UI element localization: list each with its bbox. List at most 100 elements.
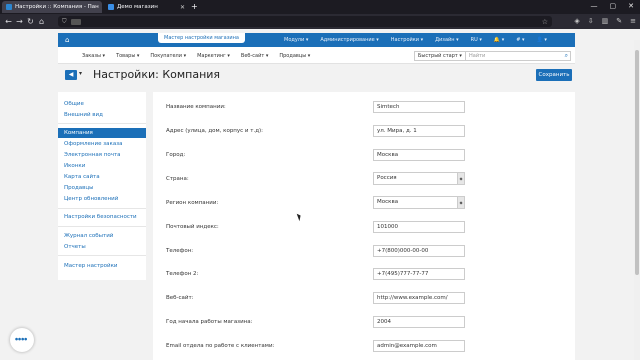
field-label: Страна: xyxy=(166,176,189,182)
page-title: Настройки: Компания xyxy=(93,68,221,81)
sidebar-item-company[interactable]: Компания xyxy=(58,128,146,138)
field-label: Регион компании: xyxy=(166,200,219,206)
shield-icon[interactable]: ⛉ xyxy=(62,18,67,26)
address-field[interactable]: ул. Мира, д. 1 xyxy=(373,125,465,137)
divider xyxy=(58,255,146,256)
search-placeholder: Найти xyxy=(469,53,486,59)
phone-field[interactable]: +7(800)000-00-00 xyxy=(373,245,465,257)
menu-settings[interactable]: Настройки ▾ xyxy=(391,37,423,43)
field-label: Веб-сайт: xyxy=(166,295,194,301)
field-label: Почтовый индекс: xyxy=(166,224,219,230)
sidebar-item-upgrade-center[interactable]: Центр обновлений xyxy=(58,194,146,204)
toolbar-icons: ◈ ⇩ ▥ ✎ ≡ xyxy=(574,17,636,25)
page-header: ◀ ▾ Настройки: Компания Сохранить xyxy=(58,66,575,85)
storefront-icon[interactable]: ⌂ xyxy=(65,36,69,44)
sidebar-item-email[interactable]: Электронная почта xyxy=(58,150,146,160)
back-icon[interactable]: ← xyxy=(3,17,14,26)
website-field[interactable]: http://www.example.com/ xyxy=(373,292,465,304)
site-favicon-icon xyxy=(6,4,12,10)
country-select[interactable]: Россия ◆ xyxy=(373,172,465,185)
admin-top-bar: ⌂ Мастер настройки магазина Модули ▾ Адм… xyxy=(58,33,575,47)
menu-modules[interactable]: Модули ▾ xyxy=(284,37,308,43)
divider xyxy=(58,226,146,227)
company-name-field[interactable]: Simtech xyxy=(373,101,465,113)
browser-toolbar: ← → ↻ ⌂ ⛉ ☆ ◈ ⇩ ▥ ✎ ≡ xyxy=(0,14,640,29)
field-label: Название компании: xyxy=(166,104,226,110)
extensions-icon[interactable]: ✎ xyxy=(616,17,622,25)
top-menu: Модули ▾ Администрирование ▾ Настройки ▾… xyxy=(272,33,547,47)
phone-2-field[interactable]: +7(495)777-77-77 xyxy=(373,268,465,280)
sidebar-item-checkout[interactable]: Оформление заказа xyxy=(58,139,146,149)
field-label: Телефон: xyxy=(166,248,194,254)
menu-products[interactable]: Товары ▾ xyxy=(116,53,139,59)
zipcode-field[interactable]: 101000 xyxy=(373,221,465,233)
divider xyxy=(58,208,146,209)
select-arrow-icon: ◆ xyxy=(457,197,464,208)
field-label: Город: xyxy=(166,152,186,158)
menu-icon[interactable]: ≡ xyxy=(630,17,636,25)
sidebar-item-appearance[interactable]: Внешний вид xyxy=(58,110,146,120)
reload-icon[interactable]: ↻ xyxy=(25,17,36,26)
field-label: Email отдела по работе с клиентами: xyxy=(166,343,275,349)
menu-user[interactable]: 👤 ▾ xyxy=(537,37,547,43)
downloads-icon[interactable]: ⇩ xyxy=(588,17,594,25)
minimize-icon[interactable]: — xyxy=(591,2,598,10)
pocket-icon[interactable]: ◈ xyxy=(574,17,579,25)
address-bar[interactable]: ⛉ ☆ xyxy=(58,16,552,27)
search-icon[interactable]: ⌕ xyxy=(565,52,568,60)
help-widget-logo-icon: ●●●● xyxy=(15,337,28,341)
city-field[interactable]: Москва xyxy=(373,149,465,161)
browser-tab-settings[interactable]: Настройки :: Компания - Пан ✕ xyxy=(2,1,102,13)
sidebar-item-security[interactable]: Настройки безопасности xyxy=(58,212,146,222)
maximize-icon[interactable]: ▢ xyxy=(610,2,617,10)
sidebar-item-reports[interactable]: Отчеты xyxy=(58,242,146,252)
support-email-field[interactable]: admin@example.com xyxy=(373,340,465,352)
start-year-field[interactable]: 2004 xyxy=(373,316,465,328)
back-button[interactable]: ◀ xyxy=(65,70,77,80)
close-icon[interactable]: ✕ xyxy=(177,4,185,11)
region-select[interactable]: Москва ◆ xyxy=(373,196,465,209)
help-widget-button[interactable]: ●●●● xyxy=(10,328,34,352)
search-input[interactable]: Найти ⌕ xyxy=(465,51,571,61)
company-settings-form: Название компании: Simtech Адрес (улица,… xyxy=(153,92,575,360)
chevron-down-icon[interactable]: ▾ xyxy=(79,70,82,77)
home-icon[interactable]: ⌂ xyxy=(36,17,47,26)
menu-customers[interactable]: Покупатели ▾ xyxy=(150,53,186,59)
sidebar-item-vendors[interactable]: Продавцы xyxy=(58,183,146,193)
settings-sidebar: Общие Внешний вид Компания Оформление за… xyxy=(58,92,146,280)
menu-orders[interactable]: Заказы ▾ xyxy=(82,53,105,59)
browser-tab-demo[interactable]: Демо магазин ✕ xyxy=(104,1,189,13)
divider xyxy=(58,123,146,124)
menu-website[interactable]: Веб-сайт ▾ xyxy=(241,53,268,59)
sidebar-item-general[interactable]: Общие xyxy=(58,99,146,109)
menu-storefronts[interactable]: # ▾ xyxy=(516,37,524,43)
site-favicon-icon xyxy=(108,4,114,10)
field-label: Телефон 2: xyxy=(166,271,199,277)
new-tab-button[interactable]: + xyxy=(191,2,198,11)
browser-tab-title: Демо магазин xyxy=(117,4,158,10)
forward-icon[interactable]: → xyxy=(14,17,25,26)
sidebar-item-event-log[interactable]: Журнал событий xyxy=(58,231,146,241)
menu-design[interactable]: Дизайн ▾ xyxy=(435,37,459,43)
menu-notifications[interactable]: 🔔 ▾ xyxy=(494,37,504,43)
menu-administration[interactable]: Администрирование ▾ xyxy=(320,37,378,43)
browser-tab-strip: Настройки :: Компания - Пан ✕ Демо магаз… xyxy=(0,0,640,14)
save-button[interactable]: Сохранить xyxy=(536,69,572,81)
field-label: Адрес (улица, дом, корпус и т.д): xyxy=(166,128,264,134)
close-icon[interactable]: ✕ xyxy=(99,4,103,11)
quick-start-button[interactable]: Быстрый старт ▾ xyxy=(414,51,466,61)
sidebar-item-sitemap[interactable]: Карта сайта xyxy=(58,172,146,182)
window-controls: — ▢ ✕ xyxy=(591,2,635,10)
menu-marketing[interactable]: Маркетинг ▾ xyxy=(197,53,230,59)
page-scrollbar[interactable] xyxy=(634,40,640,360)
library-icon[interactable]: ▥ xyxy=(602,17,609,25)
site-identity-icon[interactable] xyxy=(70,18,81,25)
setup-wizard-button[interactable]: Мастер настройки магазина xyxy=(158,33,245,43)
menu-language[interactable]: RU ▾ xyxy=(471,37,482,43)
scrollbar-thumb[interactable] xyxy=(635,50,639,275)
bookmark-star-icon[interactable]: ☆ xyxy=(542,18,548,26)
sidebar-item-icons[interactable]: Иконки xyxy=(58,161,146,171)
menu-vendors[interactable]: Продавцы ▾ xyxy=(279,53,310,59)
sidebar-item-setup-wizard[interactable]: Мастер настройки xyxy=(58,261,146,271)
close-window-icon[interactable]: ✕ xyxy=(628,2,634,10)
